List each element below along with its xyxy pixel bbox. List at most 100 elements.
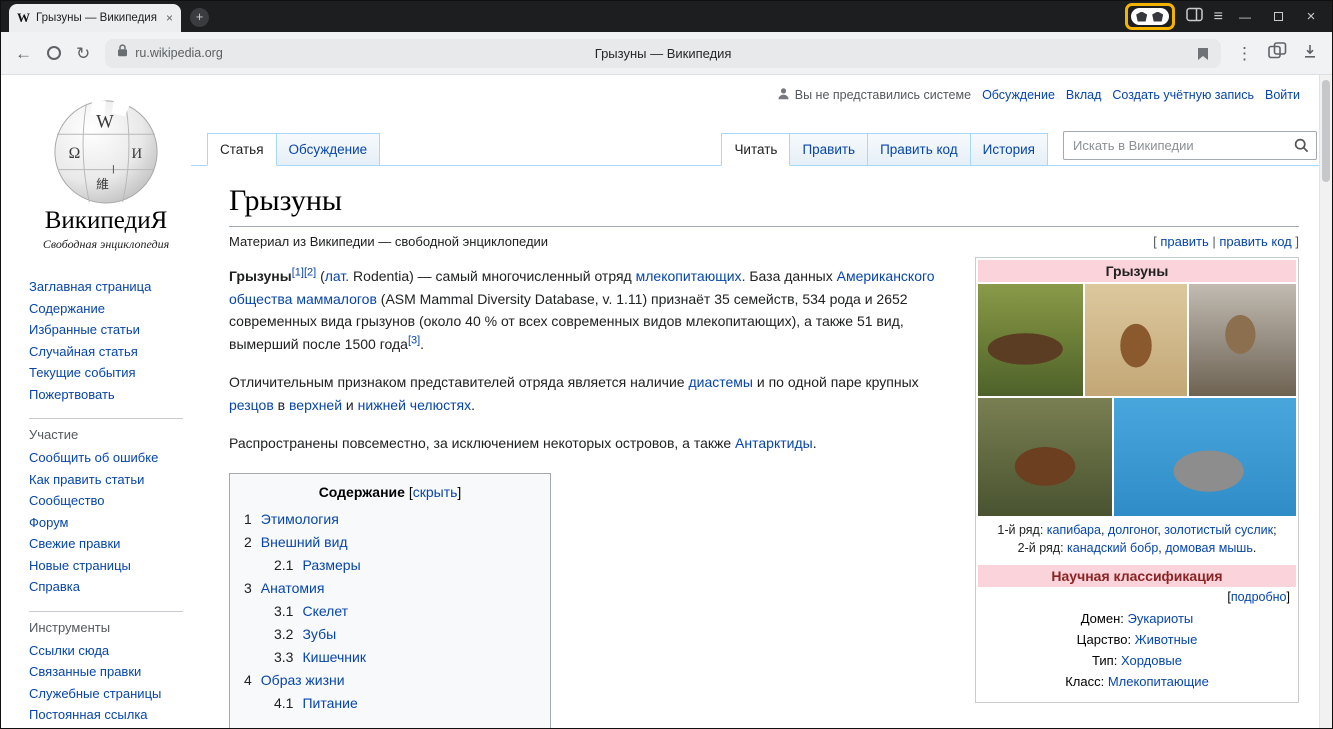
address-bar[interactable]: ru.wikipedia.org Грызуны — Википедия <box>105 39 1221 68</box>
wikipedia-wordmark[interactable]: ВикипедиЯ <box>29 207 183 235</box>
reference[interactable]: [3] <box>408 334 420 346</box>
extension-icon-2[interactable] <box>1152 12 1163 22</box>
minimize-button[interactable]: — <box>1234 11 1256 23</box>
menu-icon[interactable]: ≡ <box>1214 9 1223 25</box>
download-icon[interactable] <box>1302 43 1318 64</box>
reload-button[interactable]: ↻ <box>76 45 90 62</box>
personal-link[interactable]: Обсуждение <box>982 88 1055 102</box>
sidebar-link[interactable]: Справка <box>29 579 80 594</box>
inline-link[interactable]: млекопитающих <box>636 268 742 284</box>
search-input[interactable] <box>1063 131 1317 160</box>
toc-link[interactable]: Внешний вид <box>261 534 348 550</box>
extension-icon-1[interactable] <box>1136 12 1147 22</box>
toc-link[interactable]: Размеры <box>302 557 360 573</box>
inline-link[interactable]: капибара <box>1047 523 1101 537</box>
inline-link[interactable]: диастемы <box>688 374 753 390</box>
sidebar-link[interactable]: Новые страницы <box>29 558 131 573</box>
inline-link[interactable]: лат. <box>325 268 349 284</box>
toc-link[interactable]: Кишечник <box>302 649 366 665</box>
sidebar-link[interactable]: Заглавная страница <box>29 279 151 294</box>
personal-link[interactable]: Создать учётную запись <box>1112 88 1254 102</box>
inline-link[interactable]: [1] <box>292 266 304 278</box>
toc-link[interactable]: Этимология <box>261 511 339 527</box>
inline-link[interactable]: [2] <box>304 266 316 278</box>
new-tab-button[interactable]: + <box>190 8 209 27</box>
inline-link[interactable]: верхней <box>289 397 342 413</box>
side-panel-icon[interactable] <box>1186 7 1203 27</box>
taxonomy-value[interactable]: Хордовые <box>1121 653 1182 668</box>
table-of-contents: Содержание [скрыть] 1Этимология2Внешний … <box>229 473 551 729</box>
tab-close-icon[interactable]: × <box>166 11 173 25</box>
collections-icon[interactable] <box>1268 42 1287 64</box>
page-scrollbar[interactable] <box>1319 75 1332 728</box>
nav-row: Связанные правки <box>29 661 183 683</box>
back-button[interactable]: ← <box>15 45 32 62</box>
sidebar-link[interactable]: Избранные статьи <box>29 322 140 337</box>
photo-springhare[interactable] <box>1085 284 1187 396</box>
photo-house-mouse[interactable] <box>1114 398 1296 516</box>
tab-edit[interactable]: Править <box>789 133 868 165</box>
inline-link[interactable]: канадский бобр <box>1067 541 1158 555</box>
sidebar-link[interactable]: Служебные страницы <box>29 686 161 701</box>
photo-golden-ground-squirrel[interactable] <box>1189 284 1296 396</box>
taxonomy-value[interactable]: Эукариоты <box>1127 611 1193 626</box>
tab-edit-source[interactable]: Править код <box>867 133 971 165</box>
tab-read[interactable]: Читать <box>721 133 790 166</box>
sidebar-link[interactable]: Ссылки сюда <box>29 643 109 658</box>
toc-link[interactable]: Скелет <box>302 603 348 619</box>
inline-link[interactable]: подробно <box>1231 590 1287 604</box>
photo-capybara[interactable] <box>978 284 1083 396</box>
sidebar-link[interactable]: Форум <box>29 515 69 530</box>
sidebar-link[interactable]: Сообщество <box>29 493 105 508</box>
maximize-button[interactable] <box>1267 11 1289 23</box>
taxonomy-value[interactable]: Животные <box>1135 632 1198 647</box>
wikipedia-globe-logo[interactable]: W Ω И 維 ا <box>47 95 165 205</box>
photo-canadian-beaver[interactable] <box>978 398 1112 516</box>
sidebar-link[interactable]: Случайная статья <box>29 344 138 359</box>
reference[interactable]: [2] <box>304 266 316 278</box>
view-tabs: Читать Править Править код История <box>721 133 1047 165</box>
inline-link[interactable]: править код <box>1219 234 1291 249</box>
tab-talk[interactable]: Обсуждение <box>276 133 381 165</box>
dots-menu-icon[interactable]: ⋮ <box>1236 45 1253 62</box>
sidebar-link[interactable]: Текущие события <box>29 365 136 380</box>
inline-text: . <box>420 336 424 352</box>
inline-link[interactable]: долгоног <box>1108 523 1157 537</box>
inline-link[interactable]: скрыть <box>413 484 458 500</box>
inline-link[interactable]: золотистый суслик <box>1164 523 1273 537</box>
personal-link[interactable]: Войти <box>1265 88 1300 102</box>
toc-link[interactable]: Питание <box>302 695 357 711</box>
tab-history[interactable]: История <box>970 133 1048 165</box>
toc-link[interactable]: Образ жизни <box>261 672 345 688</box>
inline-text: ; <box>1273 523 1276 537</box>
reference[interactable]: [1] <box>292 266 304 278</box>
taxonomy-value[interactable]: Млекопитающие <box>1108 674 1209 689</box>
toc-link[interactable]: Зубы <box>302 626 336 642</box>
extensions-pill[interactable] <box>1131 8 1169 25</box>
inline-link[interactable]: резцов <box>229 397 274 413</box>
toc-link[interactable]: Анатомия <box>261 580 325 596</box>
inline-text: Отличительным признаком представителей о… <box>229 374 688 390</box>
taxobox: Грызуны 1-й ряд: капибара, долгоног, зол… <box>975 257 1299 703</box>
sidebar-link[interactable]: Постоянная ссылка <box>29 707 148 722</box>
browser-tab[interactable]: W Грызуны — Википедия × <box>9 4 181 32</box>
sidebar-link[interactable]: Связанные правки <box>29 664 141 679</box>
search-icon[interactable] <box>1294 138 1309 158</box>
personal-link[interactable]: Вклад <box>1066 88 1102 102</box>
sidebar-link[interactable]: Содержание <box>29 301 105 316</box>
inline-link[interactable]: домовая мышь <box>1165 541 1253 555</box>
sidebar-link[interactable]: Сообщить об ошибке <box>29 450 158 465</box>
inline-link[interactable]: править <box>1160 234 1208 249</box>
inline-link[interactable]: нижней челюстях <box>358 397 471 413</box>
inline-link[interactable]: [3] <box>408 334 420 346</box>
sidebar-link[interactable]: Пожертвовать <box>29 387 115 402</box>
close-button[interactable]: × <box>1300 9 1322 24</box>
bookmark-icon[interactable] <box>1197 47 1209 66</box>
sidebar-link[interactable]: Свежие правки <box>29 536 120 551</box>
yandex-home-icon[interactable] <box>47 46 61 60</box>
tab-article[interactable]: Статья <box>207 133 277 166</box>
inline-link[interactable]: Антарктиды <box>735 435 813 451</box>
sidebar-link[interactable]: Как править статьи <box>29 472 144 487</box>
scrollbar-thumb[interactable] <box>1322 80 1330 182</box>
url-domain[interactable]: ru.wikipedia.org <box>135 46 223 60</box>
